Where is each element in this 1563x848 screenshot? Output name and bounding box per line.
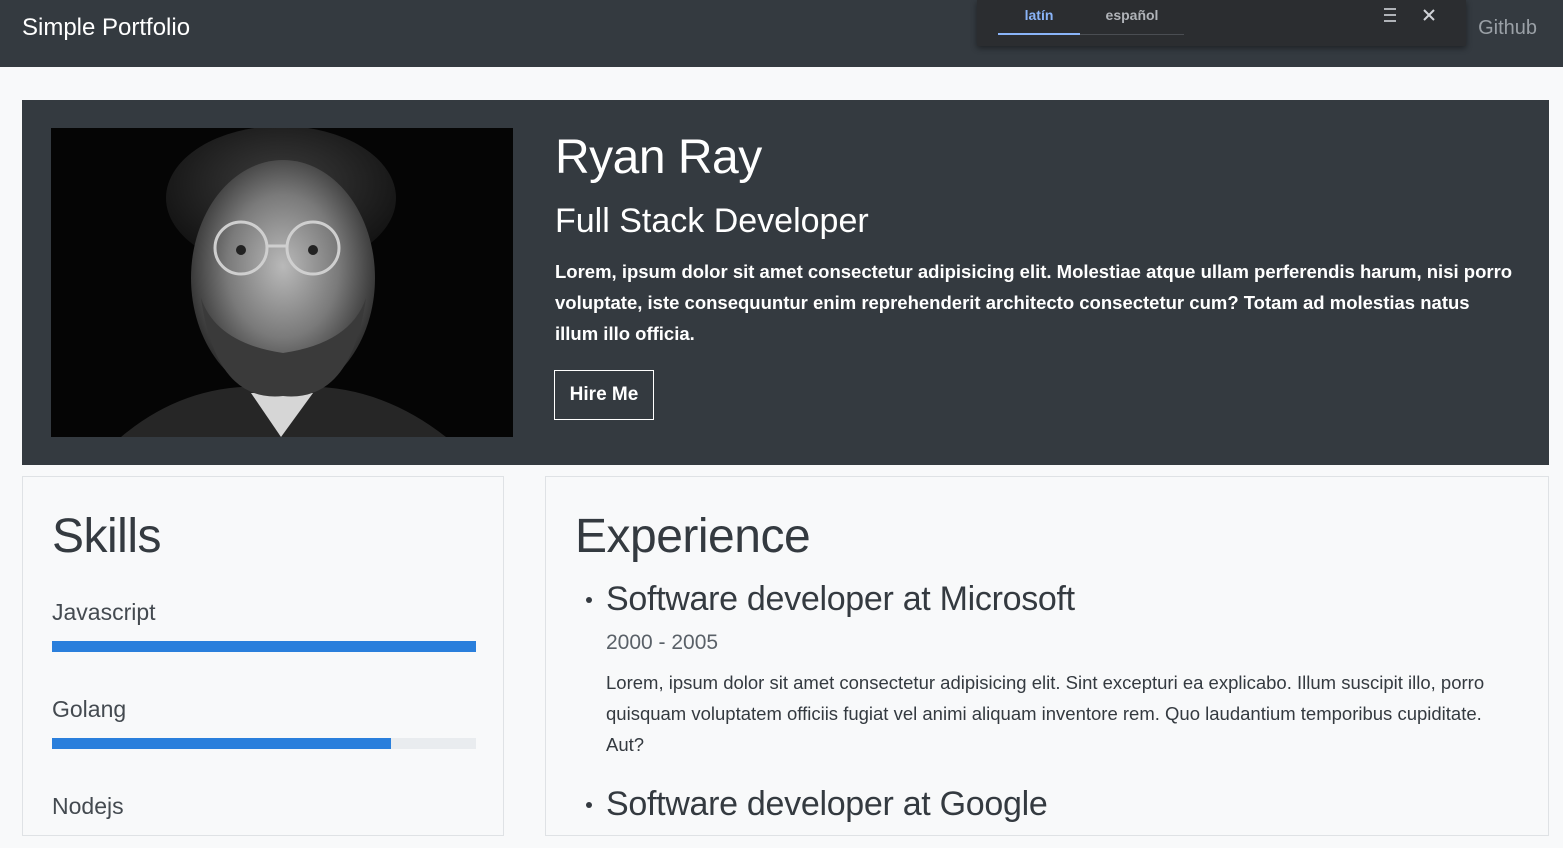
hero-role: Full Stack Developer — [555, 202, 869, 240]
list-item: Software developer at Microsoft 2000 - 2… — [586, 577, 1506, 760]
skill-label: Javascript — [52, 599, 156, 625]
tab-espanol[interactable]: español — [1080, 0, 1184, 35]
skills-title: Skills — [52, 510, 162, 563]
skills-card: Skills Javascript Golang Nodejs — [22, 476, 504, 836]
skill-progress-bar — [52, 738, 476, 749]
skill-label: Golang — [52, 696, 127, 722]
skill-progress-fill — [52, 641, 476, 652]
job-title: Software developer at Google — [606, 785, 1048, 823]
hero-bio: Lorem, ipsum dolor sit amet consectetur … — [555, 261, 1513, 344]
skill-progress-fill — [52, 738, 392, 749]
skill-progress-bar — [52, 641, 476, 652]
job-dates: 2000 - 2005 — [606, 631, 719, 654]
profile-photo — [51, 128, 513, 437]
bullet-icon — [586, 597, 592, 603]
hire-me-button[interactable]: Hire Me — [554, 370, 654, 420]
translate-bar: latín español — [977, 0, 1466, 46]
bullet-icon — [586, 802, 592, 808]
close-icon[interactable] — [1420, 6, 1438, 24]
list-item: Software developer at Google — [586, 782, 1506, 826]
skill-label: Nodejs — [52, 793, 124, 819]
experience-card: Experience Software developer at Microso… — [545, 476, 1549, 836]
experience-list: Software developer at Microsoft 2000 - 2… — [586, 577, 1506, 848]
hero-name: Ryan Ray — [555, 131, 762, 184]
menu-icon[interactable] — [1382, 6, 1398, 24]
tab-latin[interactable]: latín — [998, 0, 1080, 35]
github-link[interactable]: Github — [1478, 17, 1537, 40]
hero-section: Ryan Ray Full Stack Developer Lorem, ips… — [22, 100, 1549, 465]
job-description: Lorem, ipsum dolor sit amet consectetur … — [606, 672, 1485, 755]
brand-link[interactable]: Simple Portfolio — [22, 14, 190, 42]
experience-title: Experience — [575, 510, 811, 563]
job-title: Software developer at Microsoft — [606, 580, 1075, 618]
